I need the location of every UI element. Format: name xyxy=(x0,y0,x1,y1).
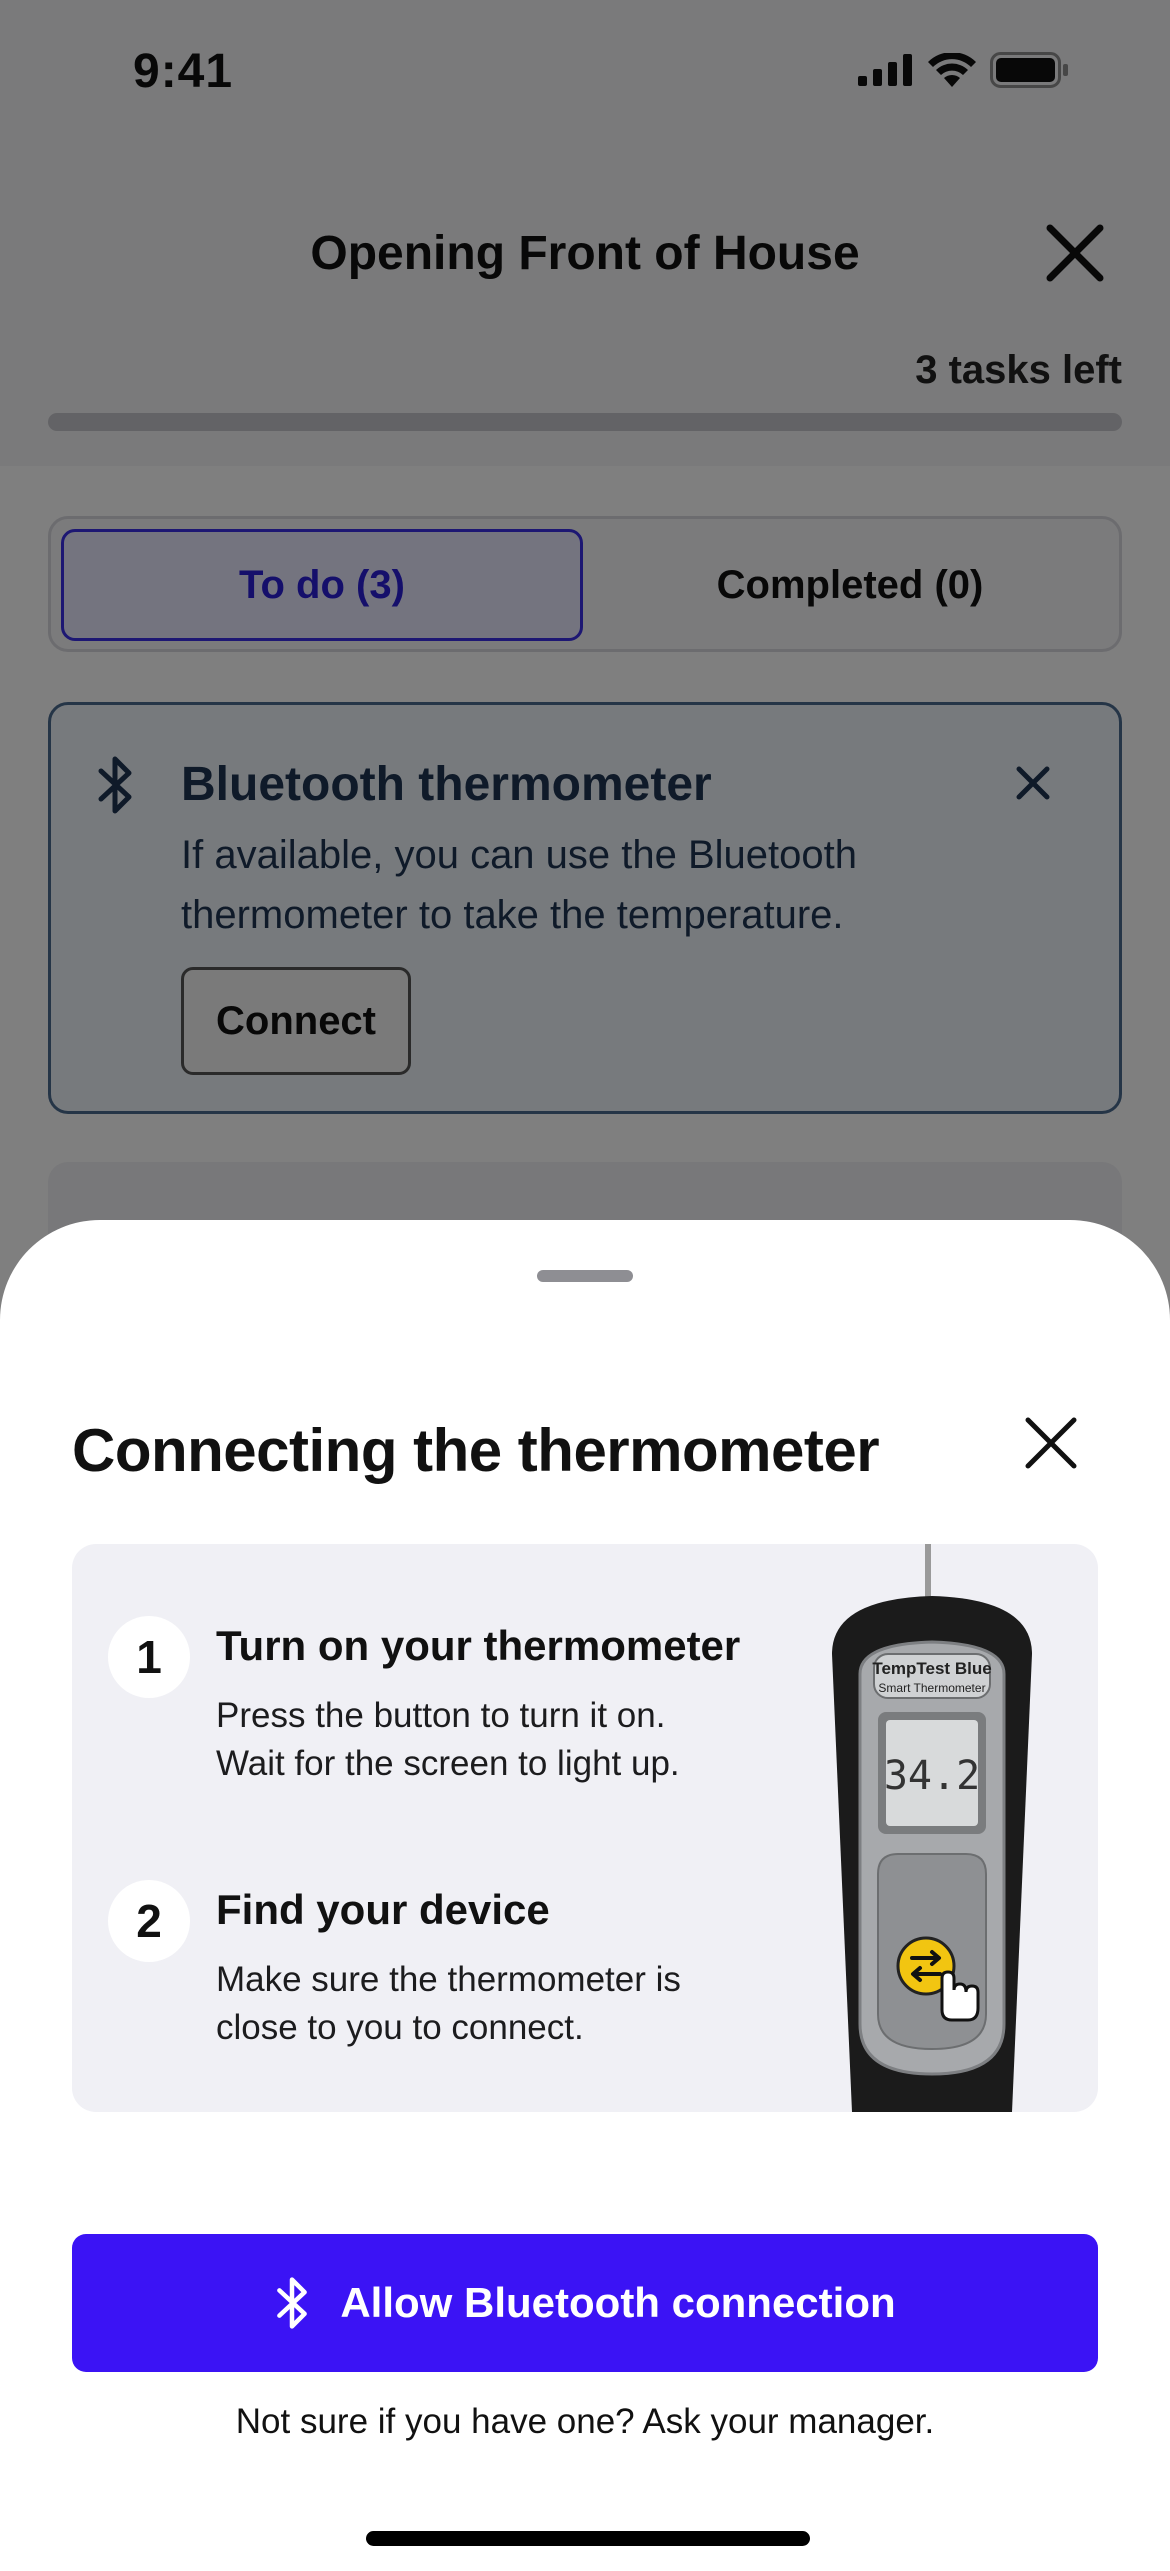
bluetooth-icon xyxy=(277,2277,308,2329)
app-screen: 9:41 Opening Fro xyxy=(0,0,1170,2571)
allow-button-label: Allow Bluetooth connection xyxy=(340,2279,896,2326)
step-number: 1 xyxy=(108,1616,190,1698)
instructions-panel: 1 Turn on your thermometer Press the but… xyxy=(72,1544,1098,2112)
thermometer-illustration: TempTest Blue Smart Thermometer 34.2 xyxy=(832,1544,1032,2112)
sheet-title: Connecting the thermometer xyxy=(72,1417,880,1484)
allow-bluetooth-button[interactable]: Allow Bluetooth connection xyxy=(72,2234,1098,2372)
step-number: 2 xyxy=(108,1880,190,1962)
home-indicator[interactable] xyxy=(366,2531,810,2546)
thermometer-brand: TempTest Blue xyxy=(872,1659,991,1678)
sheet-grabber[interactable] xyxy=(537,1270,633,1282)
step-title: Find your device xyxy=(216,1886,550,1933)
thermometer-model: Smart Thermometer xyxy=(878,1681,985,1695)
step-description: Press the button to turn it on. Wait for… xyxy=(216,1692,776,1788)
step-description: Make sure the thermometer is close to yo… xyxy=(216,1956,776,2052)
helper-text: Not sure if you have one? Ask your manag… xyxy=(235,2402,935,2441)
step-description-line: Wait for the screen to light up. xyxy=(216,1744,680,1783)
close-icon[interactable] xyxy=(1016,1408,1086,1478)
step-title: Turn on your thermometer xyxy=(216,1622,741,1669)
step-description-line: Make sure the thermometer is xyxy=(216,1960,681,1999)
bottom-sheet: Connecting the thermometer 1 Turn on you… xyxy=(0,1220,1170,2571)
step-description-line: close to you to connect. xyxy=(216,2008,584,2047)
step-description-line: Press the button to turn it on. xyxy=(216,1696,666,1735)
thermometer-reading: 34.2 xyxy=(884,1753,980,1799)
